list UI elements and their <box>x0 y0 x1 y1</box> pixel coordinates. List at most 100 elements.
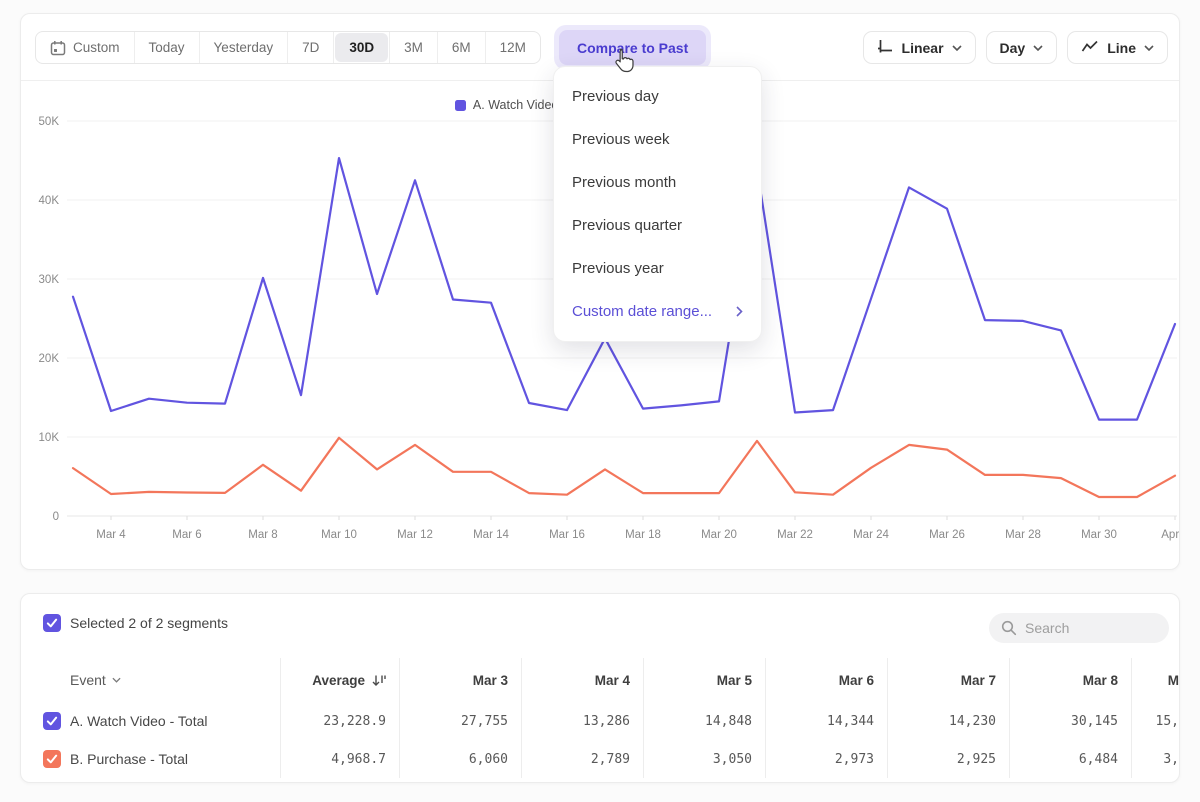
svg-text:Mar 4: Mar 4 <box>96 529 126 541</box>
chevron-down-icon <box>1033 45 1043 51</box>
chevron-down-icon <box>952 45 962 51</box>
column-header-mar-3[interactable]: Mar 3 <box>400 658 522 702</box>
column-header-mar-7[interactable]: Mar 7 <box>888 658 1010 702</box>
svg-text:40K: 40K <box>39 195 60 207</box>
average-cell: 23,228.9 <box>281 702 400 740</box>
svg-text:Mar 24: Mar 24 <box>853 529 889 541</box>
event-cell: B. Purchase - Total <box>21 740 281 778</box>
x-axis-ticks <box>111 516 1175 520</box>
search-icon <box>1001 620 1017 636</box>
menu-item-previous-week[interactable]: Previous week <box>554 118 761 161</box>
svg-text:Mar 6: Mar 6 <box>172 529 201 541</box>
svg-text:Apr 1: Apr 1 <box>1161 529 1179 541</box>
event-header-label: Event <box>70 672 106 688</box>
search-box[interactable] <box>989 613 1169 643</box>
column-header-mar-5[interactable]: Mar 5 <box>644 658 766 702</box>
svg-text:Mar 28: Mar 28 <box>1005 529 1041 541</box>
line-chart-icon <box>1081 39 1099 56</box>
column-header-average[interactable]: Average <box>281 658 400 702</box>
svg-text:Mar 22: Mar 22 <box>777 529 813 541</box>
range-button-12m[interactable]: 12M <box>486 32 540 63</box>
scale-dropdown-label: Linear <box>902 40 944 56</box>
table-row: B. Purchase - Total4,968.76,0602,7893,05… <box>21 740 1179 778</box>
y-axis-labels: 0 10K 20K 30K 40K 50K <box>39 116 60 523</box>
chevron-down-icon <box>112 677 121 683</box>
svg-text:Mar 16: Mar 16 <box>549 529 585 541</box>
range-button-6m[interactable]: 6M <box>438 32 486 63</box>
range-button-yesterday[interactable]: Yesterday <box>200 32 289 63</box>
average-header-label: Average <box>312 673 365 688</box>
value-cell: 27,755 <box>400 702 522 740</box>
value-cell: 13,286 <box>522 702 644 740</box>
menu-item-previous-quarter[interactable]: Previous quarter <box>554 204 761 247</box>
event-label: A. Watch Video - Total <box>70 713 207 729</box>
segments-table: Event Average Mar 3Mar 4Mar 5Mar 6Mar 7 <box>21 658 1179 778</box>
range-button-7d[interactable]: 7D <box>288 32 334 63</box>
segments-summary: Selected 2 of 2 segments <box>43 614 228 632</box>
scale-dropdown-button[interactable]: Linear <box>863 31 976 64</box>
svg-text:30K: 30K <box>39 274 60 286</box>
chevron-down-icon <box>1144 45 1154 51</box>
svg-text:0: 0 <box>53 511 59 523</box>
table-row: A. Watch Video - Total 23,228.927,75513,2… <box>21 702 1179 740</box>
segment-checkbox[interactable] <box>43 712 61 730</box>
chart-type-dropdown-button[interactable]: Line <box>1067 31 1168 64</box>
column-header-mar-4[interactable]: Mar 4 <box>522 658 644 702</box>
event-label: B. Purchase - Total <box>70 751 188 767</box>
calendar-icon <box>50 40 66 56</box>
custom-date-range-label: Custom date range... <box>572 303 712 320</box>
segment-checkbox[interactable] <box>43 750 61 768</box>
sort-descending-icon <box>372 674 386 687</box>
column-header-mar-8[interactable]: Mar 8 <box>1010 658 1132 702</box>
chart-type-dropdown-label: Line <box>1107 40 1136 56</box>
range-button-custom[interactable]: Custom <box>36 32 135 63</box>
range-button-3m[interactable]: 3M <box>389 32 438 63</box>
granularity-dropdown-label: Day <box>1000 40 1026 56</box>
event-cell: A. Watch Video - Total <box>21 702 281 740</box>
search-input[interactable] <box>1025 620 1157 636</box>
range-button-30d[interactable]: 30D <box>335 33 388 62</box>
compare-to-past-menu: Previous dayPrevious weekPrevious monthP… <box>553 66 762 342</box>
range-button-label: 12M <box>500 40 526 55</box>
value-cell: 30,145 <box>1010 702 1132 740</box>
svg-text:Mar 18: Mar 18 <box>625 529 661 541</box>
svg-text:Mar 26: Mar 26 <box>929 529 965 541</box>
value-cell: 2,925 <box>888 740 1010 778</box>
menu-item-previous-day[interactable]: Previous day <box>554 75 761 118</box>
value-cell-clipped: 15, <box>1132 702 1179 740</box>
svg-text:10K: 10K <box>39 432 60 444</box>
value-cell-clipped: 3, <box>1132 740 1179 778</box>
date-range-group: CustomToday Yesterday 7D 30D 3M 6M 12M <box>35 31 541 64</box>
svg-text:20K: 20K <box>39 353 60 365</box>
average-cell: 4,968.7 <box>281 740 400 778</box>
svg-text:Mar 10: Mar 10 <box>321 529 357 541</box>
range-button-label: Yesterday <box>214 40 274 55</box>
value-cell: 2,789 <box>522 740 644 778</box>
svg-text:Mar 14: Mar 14 <box>473 529 509 541</box>
range-button-label: 30D <box>349 40 374 55</box>
svg-text:Mar 20: Mar 20 <box>701 529 737 541</box>
menu-item-previous-year[interactable]: Previous year <box>554 247 761 290</box>
range-button-label: 6M <box>452 40 471 55</box>
column-header-mar-6[interactable]: Mar 6 <box>766 658 888 702</box>
compare-to-past-button[interactable]: Compare to Past <box>559 30 706 65</box>
value-cell: 3,050 <box>644 740 766 778</box>
compare-to-past-focus-ring: Compare to Past <box>554 25 711 70</box>
segments-summary-label: Selected 2 of 2 segments <box>70 615 228 631</box>
column-header-clipped: M <box>1132 658 1179 702</box>
svg-text:Mar 12: Mar 12 <box>397 529 433 541</box>
granularity-dropdown-button[interactable]: Day <box>986 31 1058 64</box>
value-cell: 6,484 <box>1010 740 1132 778</box>
menu-item-previous-month[interactable]: Previous month <box>554 161 761 204</box>
svg-text:50K: 50K <box>39 116 60 128</box>
series-line-b-purchase-total <box>73 438 1175 497</box>
value-cell: 14,344 <box>766 702 888 740</box>
menu-item-custom-date-range[interactable]: Custom date range... <box>554 290 761 333</box>
svg-text:Mar 30: Mar 30 <box>1081 529 1117 541</box>
column-header-event[interactable]: Event <box>21 658 281 702</box>
chart-options-group: Linear Day Line <box>863 31 1168 64</box>
range-button-today[interactable]: Today <box>135 32 200 63</box>
value-cell: 14,848 <box>644 702 766 740</box>
linear-axis-icon <box>877 39 894 57</box>
select-all-checkbox[interactable] <box>43 614 61 632</box>
